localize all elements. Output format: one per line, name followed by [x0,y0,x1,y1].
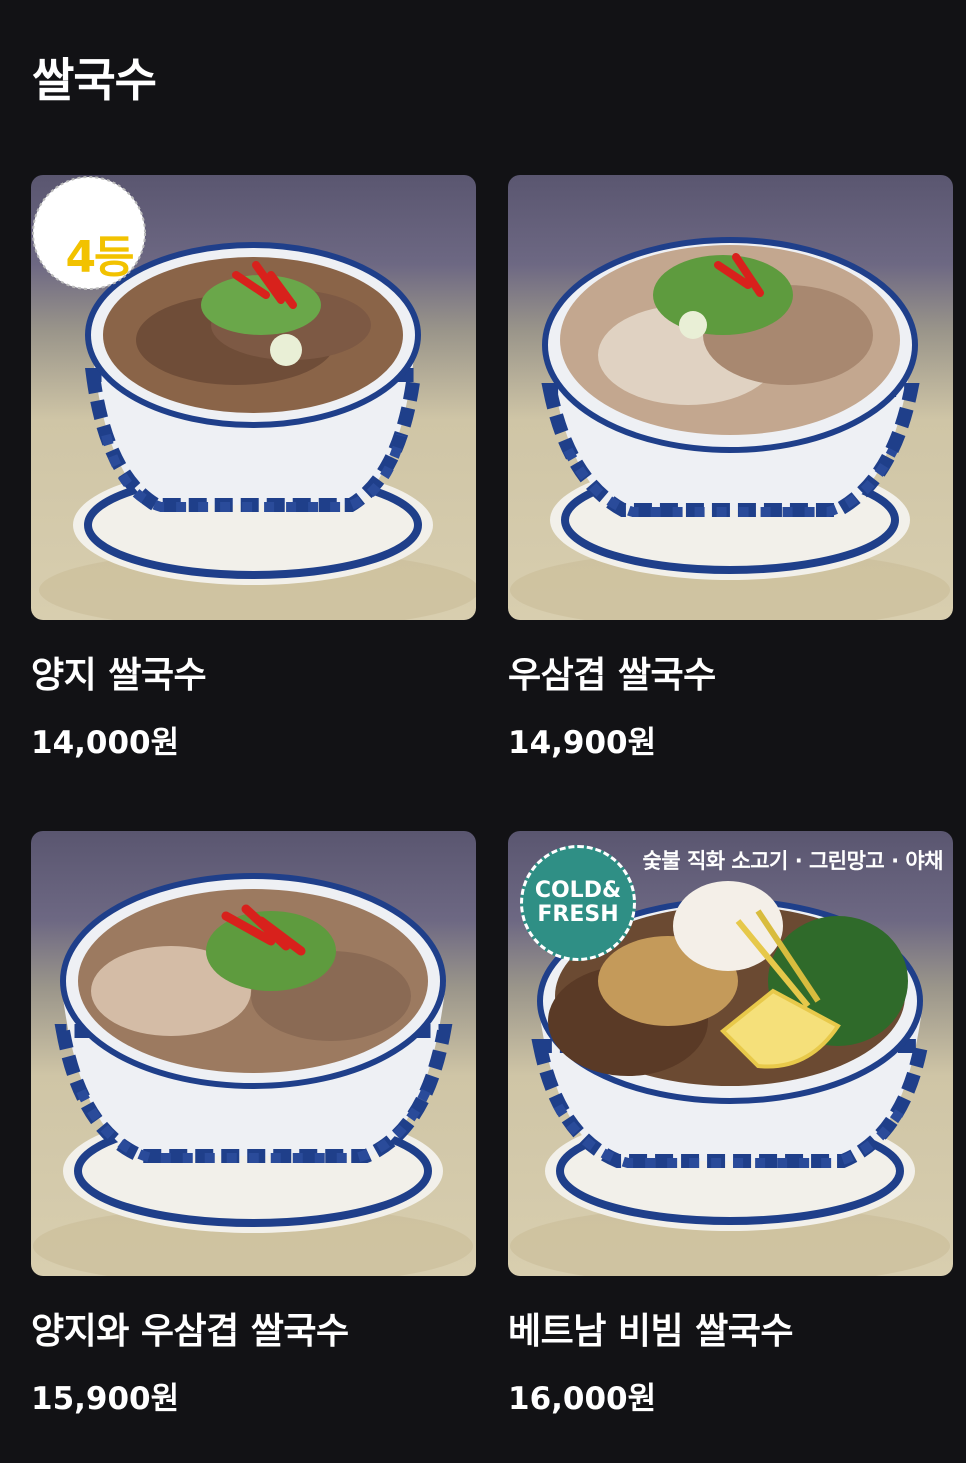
ingredient-banner: 숯불 직화 소고기 · 그린망고 · 야채 [642,849,944,873]
menu-price: 16,000원 [508,1381,657,1417]
pho-bowl-icon [33,873,473,1276]
menu-name: 양지와 우삼겹 쌀국수 [31,1311,349,1352]
menu-name: 양지 쌀국수 [31,655,207,696]
menu-price: 14,000원 [31,725,180,761]
menu-price: 15,900원 [31,1381,180,1417]
cold-fresh-badge: COLD& FRESH [520,845,636,961]
section-title: 쌀국수 [32,53,157,107]
menu-card-yangji[interactable]: 4등 양지 쌀국수 14,000원 [31,175,476,831]
menu-price: 14,900원 [508,725,657,761]
menu-name: 우삼겹 쌀국수 [508,655,716,696]
menu-page: 쌀국수 4등 양지 쌀국수 14,000원 우삼겹 쌀국수 14,900원 양지… [0,0,966,1463]
menu-card-combo[interactable]: 양지와 우삼겹 쌀국수 15,900원 [31,831,476,1463]
badge-line-2: FRESH [537,902,619,927]
menu-grid: 4등 양지 쌀국수 14,000원 우삼겹 쌀국수 14,900원 양지와 우삼… [31,175,953,1463]
menu-card-bibim[interactable]: COLD& FRESH 숯불 직화 소고기 · 그린망고 · 야채 베트남 비빔… [508,831,953,1463]
rank-badge: 4등 [65,232,134,283]
menu-photo[interactable]: 4등 [31,175,476,620]
pho-bowl-icon [510,237,950,620]
menu-photo[interactable] [31,831,476,1276]
menu-name: 베트남 비빔 쌀국수 [508,1311,794,1352]
badge-line-1: COLD& [534,878,622,903]
menu-photo[interactable] [508,175,953,620]
menu-photo[interactable]: COLD& FRESH 숯불 직화 소고기 · 그린망고 · 야채 [508,831,953,1276]
menu-card-usamgyeop[interactable]: 우삼겹 쌀국수 14,900원 [508,175,953,831]
